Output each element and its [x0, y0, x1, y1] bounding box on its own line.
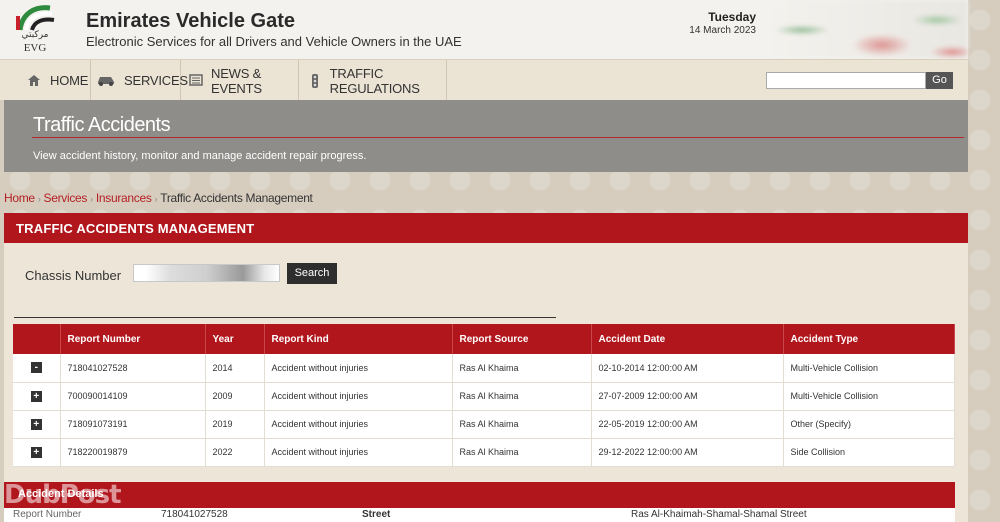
table-cell: Other (Specify): [783, 410, 955, 439]
nav-item-home[interactable]: HOME: [0, 60, 91, 101]
table-cell: Multi-Vehicle Collision: [783, 354, 955, 383]
table-cell: Accident without injuries: [264, 410, 453, 439]
accidents-panel: TRAFFIC ACCIDENTS MANAGEMENT Chassis Num…: [4, 213, 968, 522]
site-header: مركبتي EVG Emirates Vehicle Gate Electro…: [0, 0, 968, 59]
breadcrumb-separator-icon: ›: [154, 194, 158, 204]
accidents-table: Report Number Year Report Kind Report So…: [13, 324, 955, 467]
home-icon: [26, 74, 42, 88]
chassis-number-input[interactable]: [133, 264, 280, 282]
page-banner: Traffic Accidents View accident history,…: [4, 100, 968, 172]
expand-icon[interactable]: +: [30, 446, 42, 458]
traffic-light-icon: [309, 73, 322, 88]
table-cell: Side Collision: [783, 438, 955, 467]
nav-item-label: TRAFFIC REGULATIONS: [329, 65, 420, 96]
breadcrumb-insurances[interactable]: Insurances: [96, 191, 152, 205]
current-day: Tuesday: [708, 10, 756, 24]
search-button[interactable]: Search: [287, 263, 337, 284]
column-header: Report Number: [60, 324, 206, 354]
table-row[interactable]: - 718041027528 2014 Accident without inj…: [13, 354, 955, 383]
uae-flag-arc-icon: [16, 5, 55, 31]
current-date: 14 March 2023: [689, 25, 756, 36]
row-toggle-cell: +: [13, 382, 61, 411]
table-cell: 29-12-2022 12:00:00 AM: [591, 438, 784, 467]
table-cell: Ras Al Khaima: [452, 382, 592, 411]
nav-item-label: NEWS & EVENTS: [211, 65, 262, 96]
nav-item-traffic-regulations[interactable]: TRAFFIC REGULATIONS: [299, 60, 447, 101]
toggle-column-header: [13, 324, 61, 354]
table-cell: 2014: [205, 354, 265, 383]
table-row[interactable]: + 718220019879 2022 Accident without inj…: [13, 438, 955, 467]
nav-item-label: HOME: [50, 73, 89, 88]
table-cell: 700090014109: [60, 382, 206, 411]
column-header: Year: [205, 324, 265, 354]
table-cell: 02-10-2014 12:00:00 AM: [591, 354, 784, 383]
table-header-row: Report Number Year Report Kind Report So…: [13, 324, 955, 354]
row-toggle-cell: +: [13, 438, 61, 467]
evg-logo[interactable]: مركبتي EVG: [12, 2, 58, 56]
site-search-input[interactable]: [766, 72, 926, 89]
car-icon: [96, 74, 116, 88]
panel-header: TRAFFIC ACCIDENTS MANAGEMENT: [4, 213, 968, 243]
breadcrumb-separator-icon: ›: [37, 194, 41, 204]
table-cell: Ras Al Khaima: [452, 438, 592, 467]
site-subtitle: Electronic Services for all Drivers and …: [86, 34, 462, 49]
nav-item-news-events[interactable]: NEWS & EVENTS: [181, 60, 299, 101]
breadcrumb-separator-icon: ›: [90, 194, 93, 204]
table-row[interactable]: + 700090014109 2009 Accident without inj…: [13, 382, 955, 411]
table-cell: Accident without injuries: [264, 382, 453, 411]
table-cell: Accident without injuries: [264, 354, 453, 383]
page-container: مركبتي EVG Emirates Vehicle Gate Electro…: [0, 0, 968, 522]
site-title: Emirates Vehicle Gate: [86, 10, 296, 32]
banner-divider: [32, 137, 964, 138]
table-cell: Ras Al Khaima: [452, 354, 592, 383]
expand-icon[interactable]: +: [30, 390, 42, 402]
column-header: Accident Type: [783, 324, 955, 354]
logo-arabic-text: مركبتي: [21, 30, 49, 40]
breadcrumb-home[interactable]: Home: [4, 191, 35, 205]
expand-icon[interactable]: +: [30, 418, 42, 430]
detail-value: 718041027528: [161, 509, 228, 520]
breadcrumb-services[interactable]: Services: [44, 191, 88, 205]
section-divider: [14, 317, 556, 318]
accident-details-header: Accident Details: [4, 482, 955, 508]
panel-title: TRAFFIC ACCIDENTS MANAGEMENT: [16, 221, 255, 236]
accident-details-row: Report Number 718041027528 Street Ras Al…: [4, 508, 955, 522]
table-cell: 22-05-2019 12:00:00 AM: [591, 410, 784, 439]
logo-text: EVG: [23, 42, 47, 54]
nav-item-services[interactable]: SERVICES: [91, 60, 188, 101]
news-icon: [189, 73, 203, 88]
table-row[interactable]: + 718091073191 2019 Accident without inj…: [13, 410, 955, 439]
collapse-icon[interactable]: -: [30, 362, 42, 374]
table-cell: 2022: [205, 438, 265, 467]
row-toggle-cell: +: [13, 410, 61, 439]
table-cell: 718041027528: [60, 354, 206, 383]
watermark: DubPost: [4, 480, 122, 510]
breadcrumb-current: Traffic Accidents Management: [160, 191, 313, 205]
chassis-number-label: Chassis Number: [25, 268, 122, 283]
table-cell: 27-07-2009 12:00:00 AM: [591, 382, 784, 411]
nav-item-label: SERVICES: [124, 73, 188, 88]
accidents-table-wrap: Report Number Year Report Kind Report So…: [13, 324, 955, 467]
column-header: Report Kind: [264, 324, 453, 354]
banner-subtitle: View accident history, monitor and manag…: [33, 150, 367, 162]
detail-label: Street: [362, 509, 391, 520]
go-button[interactable]: Go: [926, 72, 953, 89]
table-cell: 2009: [205, 382, 265, 411]
table-cell: Accident without injuries: [264, 438, 453, 467]
breadcrumb: Home › Services › Insurances › Traffic Acciden…: [4, 191, 313, 205]
header-decorative-image: [762, 0, 968, 59]
table-cell: 718220019879: [60, 438, 206, 467]
table-cell: 718091073191: [60, 410, 206, 439]
column-header: Report Source: [452, 324, 592, 354]
detail-value: Ras Al-Khaimah-Shamal-Shamal Street: [631, 509, 807, 520]
table-cell: Ras Al Khaima: [452, 410, 592, 439]
banner-title: Traffic Accidents: [33, 114, 171, 136]
table-cell: Multi-Vehicle Collision: [783, 382, 955, 411]
row-toggle-cell: -: [13, 354, 61, 383]
detail-label: Report Number: [13, 509, 82, 520]
column-header: Accident Date: [591, 324, 784, 354]
table-cell: 2019: [205, 410, 265, 439]
